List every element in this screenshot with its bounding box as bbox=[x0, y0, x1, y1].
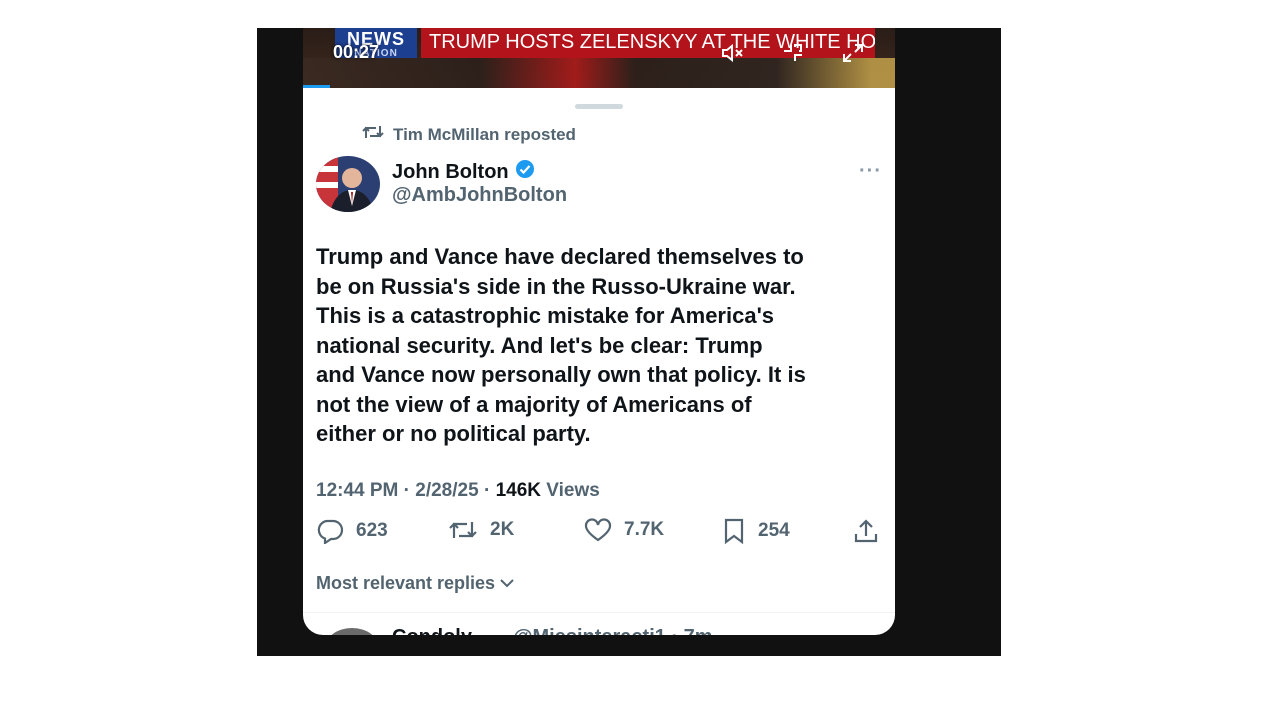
reply-item[interactable]: Condoly @Miesinteracti1 · 7m bbox=[325, 626, 885, 635]
author-name[interactable]: John Bolton bbox=[392, 159, 535, 185]
bookmark-button[interactable]: 254 bbox=[722, 518, 790, 544]
screenshot-frame: NEWS NATION TRUMP HOSTS ZELENSKYY AT THE … bbox=[257, 28, 1001, 656]
like-count: 7.7K bbox=[624, 519, 665, 540]
reply-count: 623 bbox=[356, 520, 388, 541]
video-timecode: 00:27 bbox=[333, 42, 380, 62]
reply-author-handle[interactable]: @Miesinteracti1 · 7m bbox=[513, 626, 713, 635]
repost-icon bbox=[448, 518, 478, 542]
reply-button[interactable]: 623 bbox=[316, 518, 388, 544]
verified-badge-icon bbox=[515, 159, 535, 185]
repost-button[interactable]: 2K bbox=[448, 518, 514, 542]
news-banner: TRUMP HOSTS ZELENSKYY AT THE WHITE HOUSE bbox=[421, 28, 875, 58]
divider bbox=[303, 612, 895, 613]
repost-count: 2K bbox=[490, 519, 515, 540]
replies-sort-label: Most relevant replies bbox=[316, 573, 496, 593]
bookmark-icon bbox=[722, 518, 746, 544]
phone-screen: NEWS NATION TRUMP HOSTS ZELENSKYY AT THE … bbox=[303, 28, 895, 635]
drag-handle[interactable] bbox=[575, 104, 623, 109]
expand-icon[interactable] bbox=[841, 42, 865, 64]
video-player[interactable]: NEWS NATION TRUMP HOSTS ZELENSKYY AT THE … bbox=[303, 28, 895, 88]
share-button[interactable] bbox=[852, 518, 880, 544]
author-handle[interactable]: @AmbJohnBolton bbox=[392, 184, 567, 207]
tweet-meta: 12:44 PM · 2/28/25 · 146K Views bbox=[316, 480, 600, 501]
chevron-down-icon bbox=[499, 573, 515, 594]
heart-icon bbox=[584, 518, 612, 542]
tweet-time[interactable]: 12:44 PM bbox=[316, 480, 398, 501]
share-icon bbox=[852, 518, 880, 544]
fullscreen-exit-icon[interactable] bbox=[781, 42, 805, 64]
more-options-icon[interactable]: ··· bbox=[859, 160, 882, 183]
like-button[interactable]: 7.7K bbox=[584, 518, 664, 542]
repost-icon bbox=[362, 124, 384, 145]
replies-sort-dropdown[interactable]: Most relevant replies bbox=[316, 573, 515, 594]
tweet-date[interactable]: 2/28/25 bbox=[415, 480, 478, 501]
video-frame bbox=[303, 58, 895, 88]
action-bar: 623 2K 7.7K 254 bbox=[316, 518, 882, 548]
mute-icon[interactable] bbox=[721, 42, 745, 64]
avatar[interactable] bbox=[316, 156, 380, 212]
views-count: 146K bbox=[495, 480, 541, 501]
bookmark-count: 254 bbox=[758, 520, 790, 541]
reply-avatar[interactable] bbox=[325, 628, 379, 635]
repost-context[interactable]: Tim McMillan reposted bbox=[362, 124, 576, 145]
reply-author-name[interactable]: Condoly bbox=[392, 626, 472, 635]
reply-icon bbox=[316, 518, 344, 544]
views-label: Views bbox=[546, 480, 600, 501]
video-progress-bar[interactable] bbox=[303, 85, 330, 88]
tweet-text: Trump and Vance have declared themselves… bbox=[316, 244, 806, 446]
repost-label: Tim McMillan reposted bbox=[393, 124, 576, 144]
